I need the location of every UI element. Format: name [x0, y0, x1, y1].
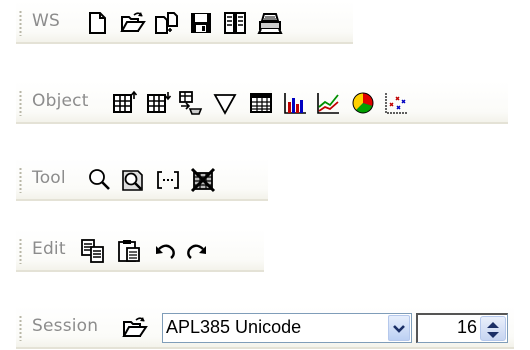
- open-workspace-icon[interactable]: [120, 10, 146, 36]
- find-replace-icon[interactable]: [120, 167, 146, 193]
- ws-toolbar-label: WS: [32, 11, 61, 31]
- toolbar-divider: [16, 122, 508, 125]
- toolbar-grip[interactable]: [19, 315, 22, 341]
- tool-toolbar: Tool: [16, 158, 268, 202]
- toolbar-grip[interactable]: [19, 90, 22, 116]
- redo-icon[interactable]: [184, 238, 210, 264]
- edit-object-icon[interactable]: [178, 90, 204, 116]
- copy-icon[interactable]: [80, 238, 106, 264]
- clear-icon[interactable]: [190, 167, 216, 193]
- font-select-value: APL385 Unicode: [166, 317, 302, 337]
- ws-toolbar: WS: [16, 1, 353, 45]
- toolbar-divider: [16, 199, 268, 202]
- object-toolbar: Object: [16, 81, 508, 125]
- font-select-dropdown-button[interactable]: [388, 315, 410, 341]
- scatter-chart-icon[interactable]: [383, 90, 409, 116]
- font-select[interactable]: APL385 Unicode: [162, 313, 412, 343]
- toolbar-divider: [16, 42, 353, 45]
- toolbar-divider: [16, 270, 264, 273]
- print-icon[interactable]: [257, 10, 283, 36]
- filter-icon[interactable]: [212, 90, 238, 116]
- tool-toolbar-label: Tool: [32, 168, 66, 188]
- font-size-spin-buttons[interactable]: [480, 316, 506, 341]
- ellipsis-icon[interactable]: [155, 167, 181, 193]
- explorer-icon[interactable]: [222, 10, 248, 36]
- spin-arrows-icon: [487, 322, 499, 338]
- toolbar-background: [16, 1, 353, 45]
- save-workspace-icon[interactable]: [188, 10, 214, 36]
- paste-icon[interactable]: [116, 238, 142, 264]
- object-toolbar-label: Object: [32, 91, 89, 111]
- toolbar-grip[interactable]: [19, 10, 22, 36]
- edit-toolbar: Edit: [16, 229, 264, 273]
- load-font-icon[interactable]: [122, 315, 148, 341]
- undo-icon[interactable]: [152, 238, 178, 264]
- toolbar-grip[interactable]: [19, 238, 22, 264]
- edit-toolbar-label: Edit: [32, 239, 66, 259]
- toolbar-grip[interactable]: [19, 167, 22, 193]
- chevron-down-icon: [393, 325, 405, 333]
- new-object-icon[interactable]: [112, 90, 138, 116]
- pie-chart-icon[interactable]: [350, 90, 376, 116]
- grid-icon[interactable]: [248, 90, 274, 116]
- font-size-spinner[interactable]: 16: [416, 313, 508, 343]
- copy-workspace-icon[interactable]: [154, 10, 180, 36]
- insert-object-icon[interactable]: [146, 90, 172, 116]
- session-toolbar-label: Session: [32, 316, 99, 336]
- new-workspace-icon[interactable]: [84, 10, 110, 36]
- bar-chart-icon[interactable]: [282, 90, 308, 116]
- session-toolbar: Session APL385 Unicode 16: [16, 306, 514, 350]
- line-chart-icon[interactable]: [315, 90, 341, 116]
- search-icon[interactable]: [86, 167, 112, 193]
- font-size-value: 16: [456, 317, 477, 337]
